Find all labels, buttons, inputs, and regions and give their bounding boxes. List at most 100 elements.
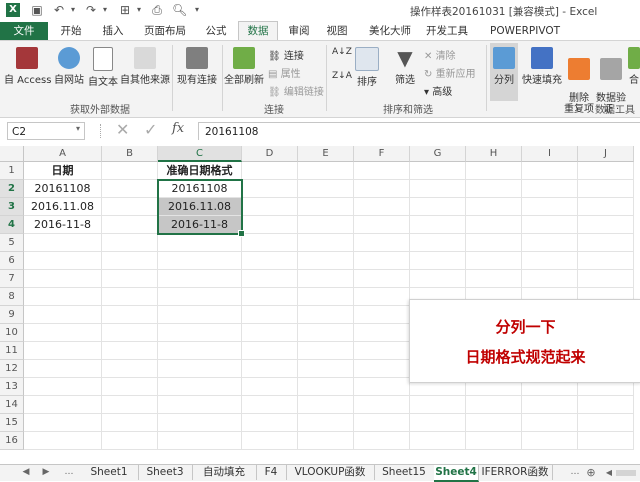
sheet-tab-vlookup函数[interactable]: VLOOKUP函数 xyxy=(286,465,375,480)
save-icon[interactable]: ▣ xyxy=(30,3,44,17)
cell-i4[interactable] xyxy=(522,216,578,234)
cell-c11[interactable] xyxy=(158,342,242,360)
cell-c5[interactable] xyxy=(158,234,242,252)
print-preview-icon[interactable]: ⎙ xyxy=(150,3,164,17)
cell-g6[interactable] xyxy=(410,252,466,270)
cell-e13[interactable] xyxy=(298,378,354,396)
name-box-dropdown-icon[interactable]: ▾ xyxy=(76,124,80,133)
tab-home[interactable]: 开始 xyxy=(52,22,90,40)
cell-b1[interactable] xyxy=(102,162,158,180)
sheet-tab-sheet1[interactable]: Sheet1 xyxy=(80,465,139,480)
row-header-10[interactable]: 10 xyxy=(0,324,24,342)
cell-f12[interactable] xyxy=(354,360,410,378)
column-header-d[interactable]: D xyxy=(242,146,298,162)
row-header-8[interactable]: 8 xyxy=(0,288,24,306)
cell-g15[interactable] xyxy=(410,414,466,432)
cell-h1[interactable] xyxy=(466,162,522,180)
cell-b6[interactable] xyxy=(102,252,158,270)
tab-page-layout[interactable]: 页面布局 xyxy=(136,22,194,40)
cell-b15[interactable] xyxy=(102,414,158,432)
cell-b3[interactable] xyxy=(102,198,158,216)
cell-c9[interactable] xyxy=(158,306,242,324)
cell-h3[interactable] xyxy=(466,198,522,216)
cell-f8[interactable] xyxy=(354,288,410,306)
horizontal-scrollbar[interactable] xyxy=(616,470,636,476)
cell-c12[interactable] xyxy=(158,360,242,378)
form-icon[interactable]: ⊞ xyxy=(118,3,132,17)
row-header-7[interactable]: 7 xyxy=(0,270,24,288)
cell-d14[interactable] xyxy=(242,396,298,414)
properties-button[interactable]: ▤ 属性 xyxy=(268,65,301,80)
cell-c8[interactable] xyxy=(158,288,242,306)
cell-d11[interactable] xyxy=(242,342,298,360)
column-header-g[interactable]: G xyxy=(410,146,466,162)
cell-g5[interactable] xyxy=(410,234,466,252)
cell-e6[interactable] xyxy=(298,252,354,270)
row-header-14[interactable]: 14 xyxy=(0,396,24,414)
cell-e3[interactable] xyxy=(298,198,354,216)
row-header-16[interactable]: 16 xyxy=(0,432,24,450)
cell-e9[interactable] xyxy=(298,306,354,324)
cell-a15[interactable] xyxy=(24,414,102,432)
column-header-a[interactable]: A xyxy=(24,146,102,162)
sheet-tab-sheet15[interactable]: Sheet15 xyxy=(374,465,435,480)
cell-d2[interactable] xyxy=(242,180,298,198)
cell-h4[interactable] xyxy=(466,216,522,234)
cell-a6[interactable] xyxy=(24,252,102,270)
next-sheet-icon[interactable]: ▶ xyxy=(40,465,52,480)
cell-f13[interactable] xyxy=(354,378,410,396)
cell-b12[interactable] xyxy=(102,360,158,378)
cell-e8[interactable] xyxy=(298,288,354,306)
cell-d3[interactable] xyxy=(242,198,298,216)
cell-f2[interactable] xyxy=(354,180,410,198)
cell-j3[interactable] xyxy=(578,198,634,216)
cell-c6[interactable] xyxy=(158,252,242,270)
cell-d15[interactable] xyxy=(242,414,298,432)
cell-j6[interactable] xyxy=(578,252,634,270)
cell-h16[interactable] xyxy=(466,432,522,450)
redo-dropdown-icon[interactable]: ▾ xyxy=(98,3,112,17)
clear-filter-button[interactable]: ✕ 清除 xyxy=(424,47,456,62)
cell-i5[interactable] xyxy=(522,234,578,252)
edit-links-button[interactable]: ⛓ 编辑链接 xyxy=(268,83,324,98)
column-header-b[interactable]: B xyxy=(102,146,158,162)
cell-d12[interactable] xyxy=(242,360,298,378)
cell-a12[interactable] xyxy=(24,360,102,378)
cell-a8[interactable] xyxy=(24,288,102,306)
cell-d16[interactable] xyxy=(242,432,298,450)
cell-c1[interactable]: 准确日期格式 xyxy=(158,162,242,180)
more-sheets-right-icon[interactable]: … xyxy=(568,465,582,480)
tab-developer[interactable]: 开发工具 xyxy=(424,22,470,40)
row-header-5[interactable]: 5 xyxy=(0,234,24,252)
cell-c14[interactable] xyxy=(158,396,242,414)
cell-j7[interactable] xyxy=(578,270,634,288)
form-dropdown-icon[interactable]: ▾ xyxy=(132,3,146,17)
cell-b16[interactable] xyxy=(102,432,158,450)
cell-j14[interactable] xyxy=(578,396,634,414)
cell-f6[interactable] xyxy=(354,252,410,270)
from-web-button[interactable]: 自网站 xyxy=(52,47,86,86)
cell-e15[interactable] xyxy=(298,414,354,432)
cell-a7[interactable] xyxy=(24,270,102,288)
cell-d4[interactable] xyxy=(242,216,298,234)
cell-h2[interactable] xyxy=(466,180,522,198)
cell-d6[interactable] xyxy=(242,252,298,270)
cell-a3[interactable]: 2016.11.08 xyxy=(24,198,102,216)
tab-beautify[interactable]: 美化大师 xyxy=(362,22,418,40)
prev-sheet-icon[interactable]: ◀ xyxy=(20,465,32,480)
cell-g14[interactable] xyxy=(410,396,466,414)
cell-e12[interactable] xyxy=(298,360,354,378)
tab-powerpivot[interactable]: POWERPIVOT xyxy=(482,22,568,40)
cell-c16[interactable] xyxy=(158,432,242,450)
cell-g2[interactable] xyxy=(410,180,466,198)
row-header-2[interactable]: 2 xyxy=(0,180,24,198)
cell-g3[interactable] xyxy=(410,198,466,216)
column-header-f[interactable]: F xyxy=(354,146,410,162)
from-text-button[interactable]: 自文本 xyxy=(88,47,118,88)
cell-b5[interactable] xyxy=(102,234,158,252)
existing-connections-button[interactable]: 现有连接 xyxy=(174,47,220,86)
cell-e16[interactable] xyxy=(298,432,354,450)
customize-toolbar-icon[interactable]: ▾ xyxy=(190,3,204,17)
cell-f15[interactable] xyxy=(354,414,410,432)
cell-j4[interactable] xyxy=(578,216,634,234)
